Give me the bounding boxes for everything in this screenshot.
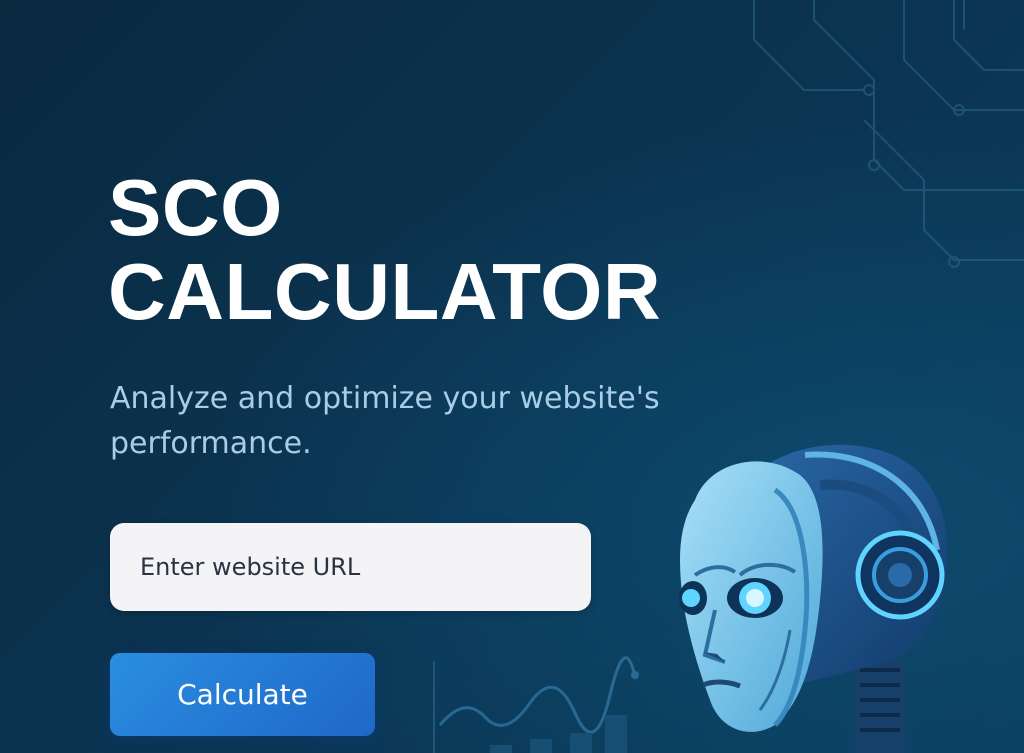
title-line-2: CALCULATOR <box>108 247 662 336</box>
website-url-input[interactable] <box>110 523 591 611</box>
circuit-pattern-icon <box>753 0 1024 268</box>
robot-head-icon <box>679 444 948 753</box>
subtitle: Analyze and optimize your website's perf… <box>110 381 660 461</box>
title-line-1: SCO <box>108 163 283 252</box>
page-title: SCO CALCULATOR <box>108 166 661 334</box>
calculate-button[interactable]: Calculate <box>110 653 375 736</box>
line-chart-icon <box>433 656 639 753</box>
